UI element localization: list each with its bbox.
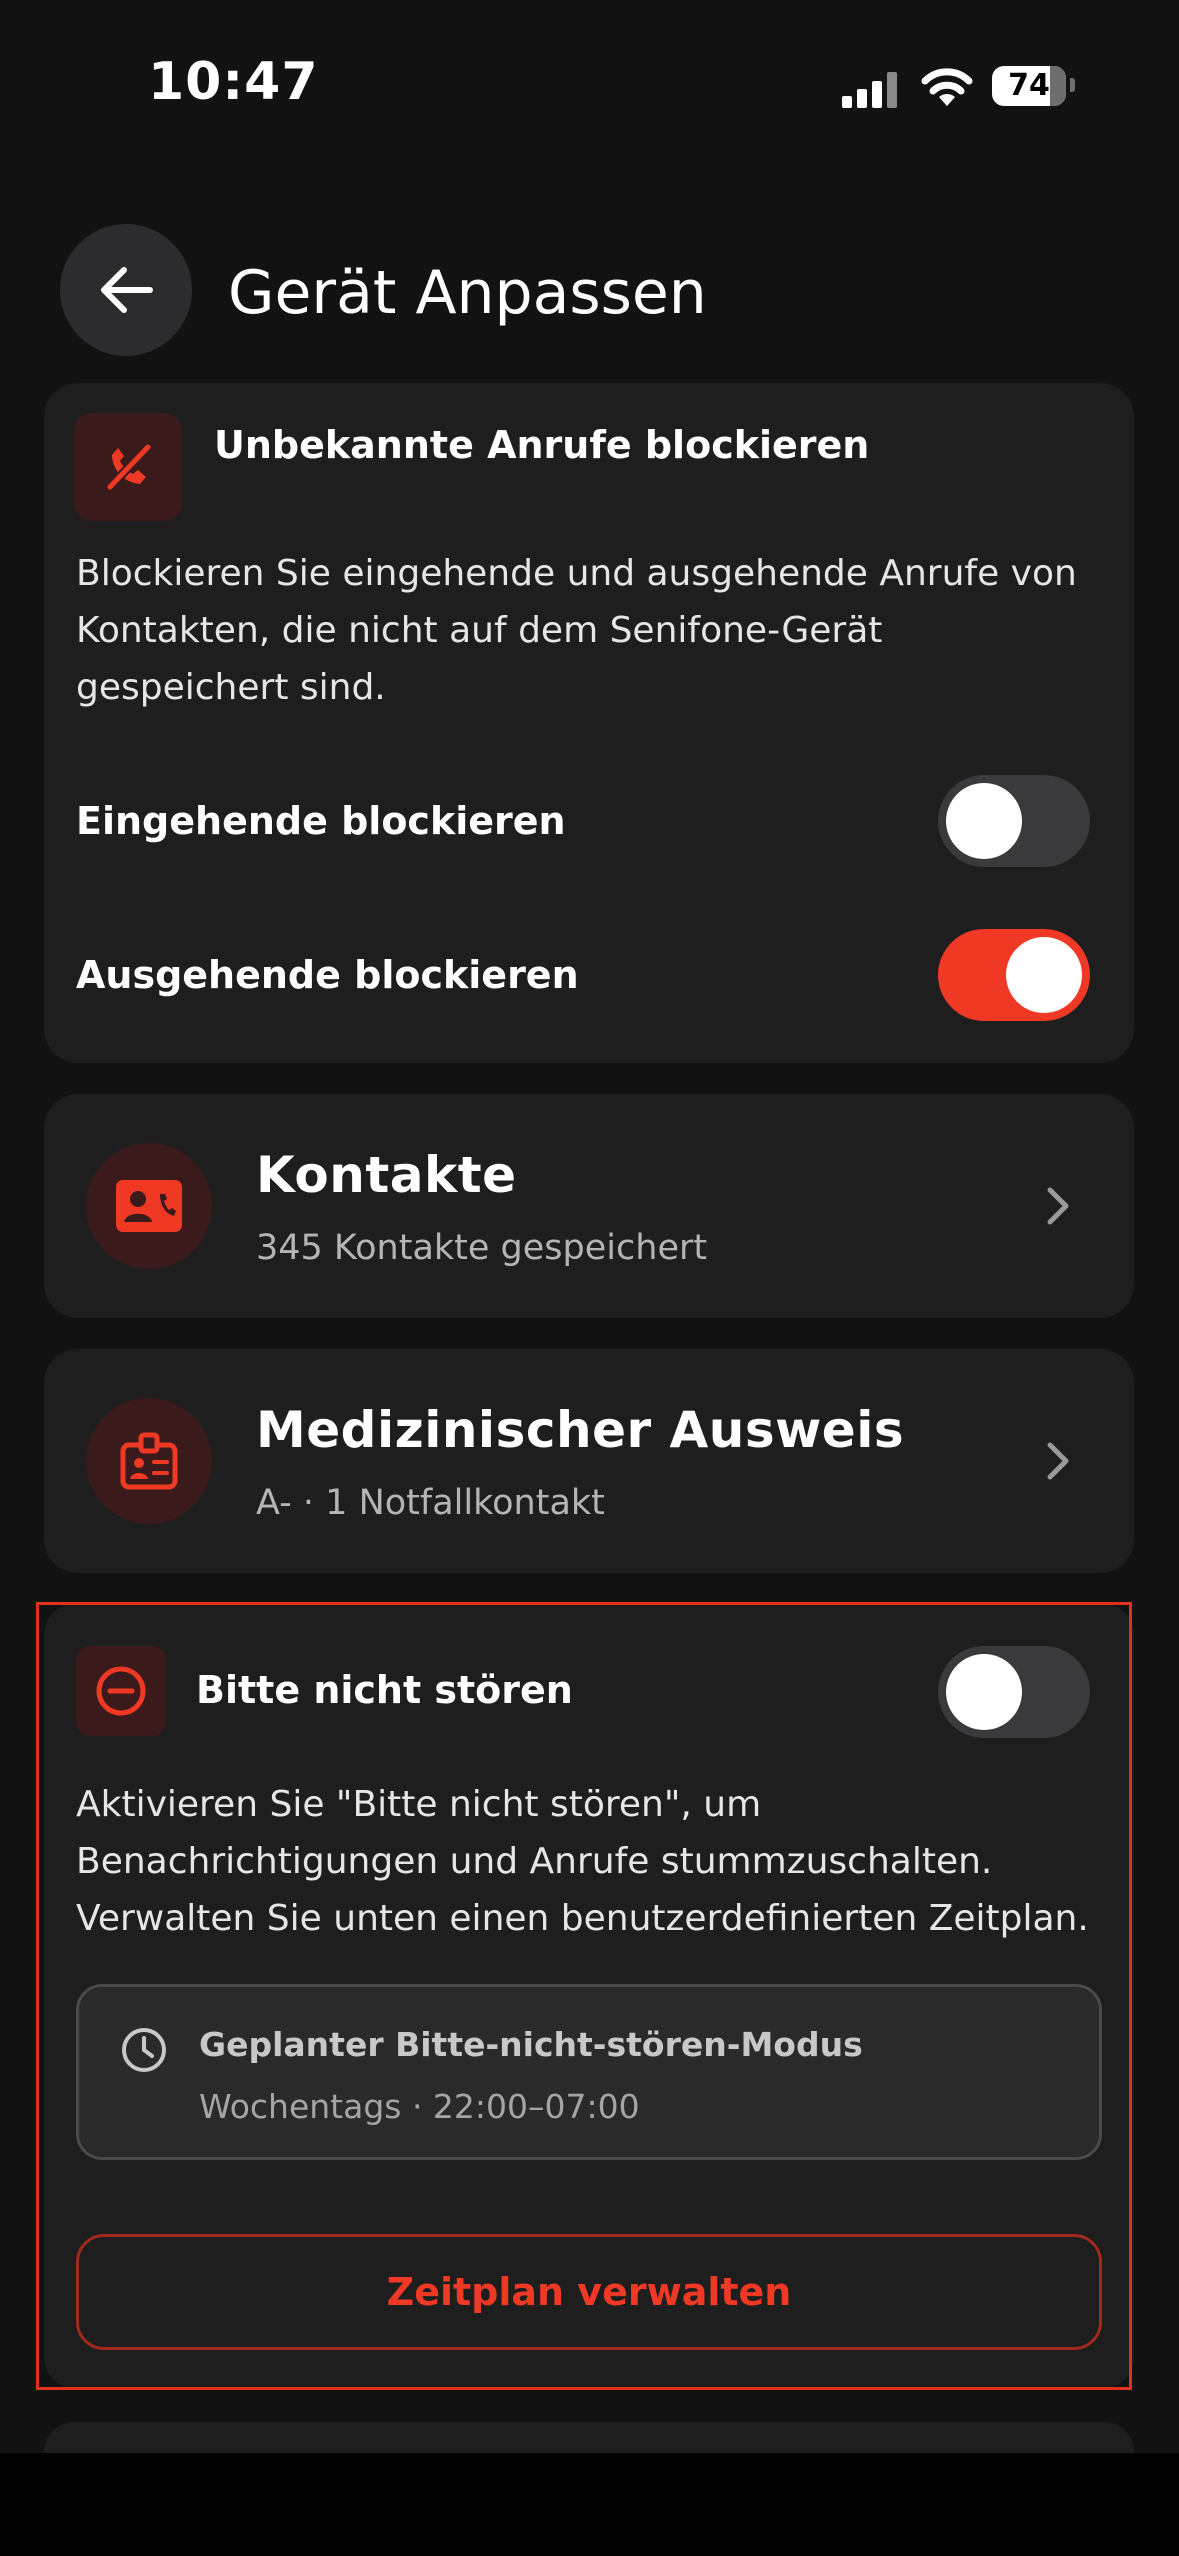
- medical-id-title: Medizinischer Ausweis: [256, 1401, 905, 1459]
- block-calls-card: Unbekannte Anrufe blockieren Blockieren …: [44, 383, 1134, 1063]
- minus-circle-icon: [96, 1666, 146, 1716]
- dnd-description: Aktivieren Sie "Bitte nicht stören", um …: [76, 1784, 1089, 1939]
- wifi-icon: [921, 68, 973, 106]
- chevron-right-icon: [1038, 1436, 1078, 1486]
- contacts-icon-circle: [86, 1143, 212, 1269]
- outgoing-block-toggle[interactable]: [938, 929, 1090, 1021]
- medical-icon-circle: [86, 1398, 212, 1524]
- outgoing-block-label: Ausgehende blockieren: [76, 953, 579, 997]
- phone-blocked-icon: [106, 443, 152, 491]
- contacts-title: Kontakte: [256, 1146, 517, 1204]
- battery-icon: 74: [992, 66, 1066, 106]
- medical-id-card[interactable]: Medizinischer Ausweis A- · 1 Notfallkont…: [44, 1349, 1134, 1573]
- home-indicator-area: [0, 2453, 1179, 2556]
- back-button[interactable]: [60, 224, 192, 356]
- medical-badge-icon: [120, 1432, 178, 1490]
- dnd-title: Bitte nicht stören: [196, 1668, 573, 1712]
- chevron-right-icon: [1038, 1181, 1078, 1231]
- dnd-schedule-title: Geplanter Bitte-nicht-stören-Modus: [199, 2025, 863, 2064]
- status-time: 10:47: [148, 52, 319, 112]
- block-calls-description: Blockieren Sie eingehende und ausgehende…: [76, 553, 1077, 708]
- dnd-card: Bitte nicht stören Aktivieren Sie "Bitte…: [44, 1604, 1134, 2388]
- dnd-toggle[interactable]: [938, 1646, 1090, 1738]
- arrow-left-icon: [101, 267, 153, 313]
- manage-schedule-button[interactable]: Zeitplan verwalten: [76, 2234, 1102, 2350]
- block-calls-icon-box: [74, 413, 182, 521]
- clock-icon: [122, 2028, 166, 2072]
- contacts-card[interactable]: Kontakte 345 Kontakte gespeichert: [44, 1094, 1134, 1318]
- block-calls-title: Unbekannte Anrufe blockieren: [214, 423, 870, 467]
- dnd-icon-box: [76, 1646, 166, 1736]
- contacts-subtitle: 345 Kontakte gespeichert: [256, 1228, 708, 1268]
- incoming-block-label: Eingehende blockieren: [76, 799, 566, 843]
- medical-id-subtitle: A- · 1 Notfallkontakt: [256, 1483, 605, 1523]
- dnd-schedule-box: Geplanter Bitte-nicht-stören-Modus Woche…: [76, 1984, 1102, 2160]
- dnd-schedule-subtitle: Wochentags · 22:00–07:00: [199, 2087, 640, 2126]
- incoming-block-toggle[interactable]: [938, 775, 1090, 867]
- battery-level: 74: [1008, 68, 1050, 103]
- page-title: Gerät Anpassen: [228, 258, 707, 328]
- signal-icon: [842, 72, 897, 108]
- contact-card-icon: [116, 1180, 182, 1232]
- status-icons: 74: [842, 62, 1082, 112]
